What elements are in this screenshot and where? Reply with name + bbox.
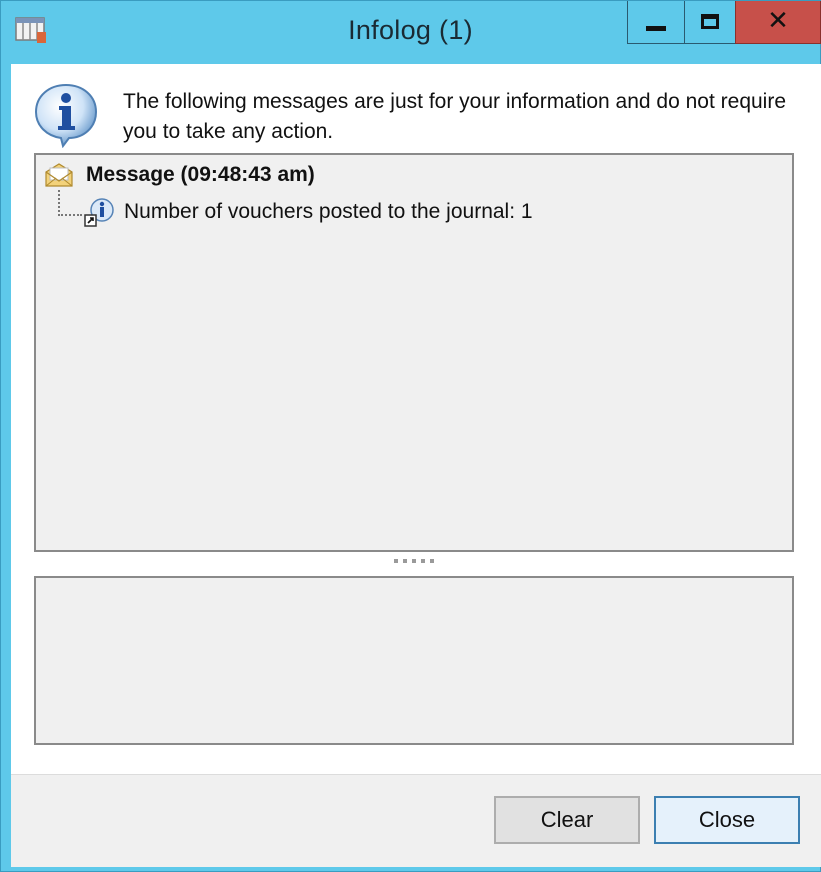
info-icon xyxy=(34,83,98,148)
message-tree[interactable]: Message (09:48:43 am) Number of vouchers… xyxy=(34,153,794,552)
dialog-client-area: The following messages are just for your… xyxy=(11,64,821,867)
clear-button[interactable]: Clear xyxy=(494,796,640,844)
title-bar[interactable]: Infolog (1) ✕ xyxy=(1,1,821,64)
close-button[interactable]: Close xyxy=(654,796,800,844)
minimize-button[interactable] xyxy=(627,1,685,44)
tree-item-text: Number of vouchers posted to the journal… xyxy=(124,200,533,223)
panel-splitter[interactable] xyxy=(394,557,434,565)
tree-group-message[interactable]: Message (09:48:43 am) xyxy=(44,161,315,189)
detail-panel[interactable] xyxy=(34,576,794,745)
close-icon: ✕ xyxy=(767,5,789,35)
message-header-label: Message (09:48:43 am) xyxy=(86,163,315,186)
maximize-icon xyxy=(701,13,719,29)
infolog-window: Infolog (1) ✕ The following messages are… xyxy=(0,0,821,872)
window-close-button[interactable]: ✕ xyxy=(735,1,821,44)
envelope-icon xyxy=(45,163,73,187)
button-bar: Clear Close xyxy=(11,774,821,867)
tree-item[interactable]: Number of vouchers posted to the journal… xyxy=(58,190,533,229)
minimize-icon xyxy=(646,25,666,31)
info-shortcut-icon xyxy=(84,198,114,227)
tree-connector xyxy=(58,190,82,216)
intro-text: The following messages are just for your… xyxy=(123,90,787,143)
maximize-button[interactable] xyxy=(684,1,736,44)
